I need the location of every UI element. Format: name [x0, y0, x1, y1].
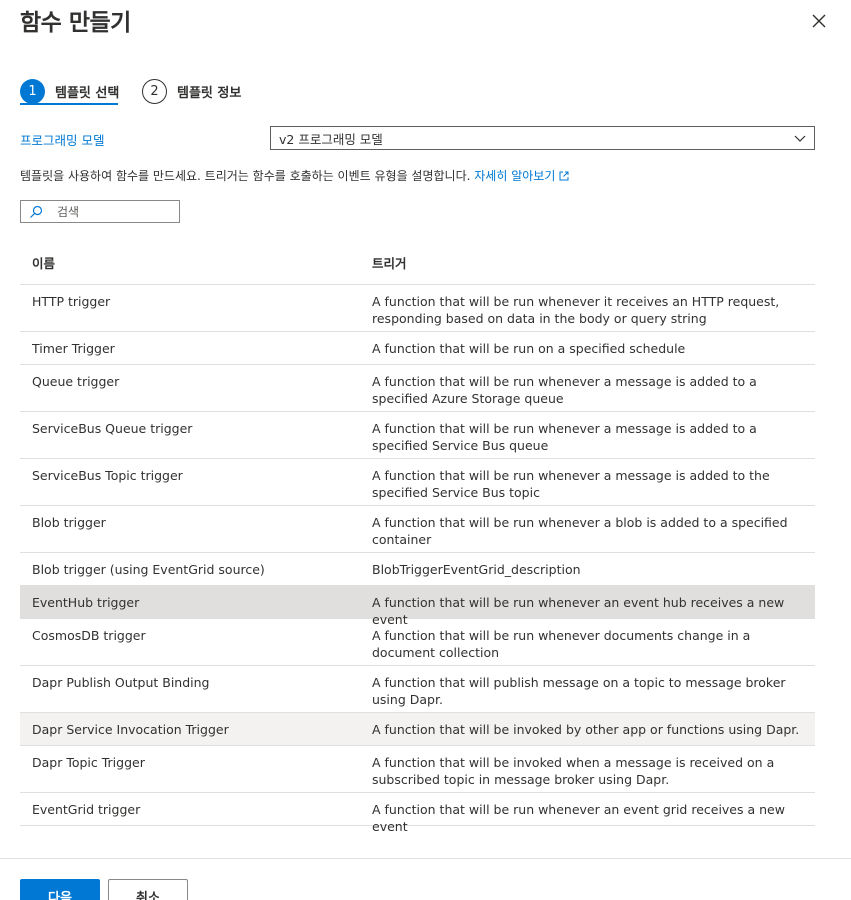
table-row[interactable]: HTTP trigger A function that will be run…: [20, 285, 815, 332]
row-description: A function that will be run whenever an …: [372, 802, 785, 834]
row-description: A function that will be invoked by other…: [372, 722, 800, 737]
row-name: CosmosDB trigger: [32, 628, 146, 643]
footer-divider: [0, 858, 851, 859]
search-input[interactable]: [57, 204, 167, 219]
close-icon[interactable]: [808, 10, 830, 32]
template-table: 이름 트리거 HTTP trigger A function that will…: [20, 240, 815, 834]
row-description: A function that will publish message on …: [372, 675, 786, 707]
next-button[interactable]: 다음: [20, 879, 100, 900]
row-name: Blob trigger: [32, 515, 106, 530]
row-name: Blob trigger (using EventGrid source): [32, 562, 265, 577]
programming-model-dropdown[interactable]: v2 프로그래밍 모델: [270, 126, 815, 150]
table-row[interactable]: Queue trigger A function that will be ru…: [20, 365, 815, 412]
row-description: A function that will be run whenever a b…: [372, 515, 788, 547]
table-row-selected[interactable]: EventHub trigger A function that will be…: [20, 586, 815, 627]
row-description: A function that will be run whenever an …: [372, 595, 785, 627]
cancel-button[interactable]: 취소: [108, 879, 188, 900]
search-box[interactable]: [20, 200, 180, 223]
step-select-template[interactable]: 1 템플릿 선택: [20, 76, 119, 106]
external-link-icon: [559, 171, 569, 181]
table-row[interactable]: Blob trigger (using EventGrid source) Bl…: [20, 553, 815, 586]
active-step-indicator: [20, 103, 118, 105]
row-description: A function that will be run on a specifi…: [372, 341, 686, 356]
row-description: A function that will be run whenever a m…: [372, 421, 757, 453]
column-header-name[interactable]: 이름: [20, 253, 372, 272]
search-icon: [30, 205, 43, 218]
step-label: 템플릿 선택: [55, 85, 120, 101]
row-description: A function that will be invoked when a m…: [372, 755, 775, 787]
table-row[interactable]: Dapr Publish Output Binding A function t…: [20, 666, 815, 713]
chevron-down-icon: [794, 135, 806, 142]
table-row[interactable]: CosmosDB trigger A function that will be…: [20, 619, 815, 666]
programming-model-label: 프로그래밍 모델: [20, 133, 105, 148]
table-row[interactable]: Timer Trigger A function that will be ru…: [20, 332, 815, 365]
template-description: 템플릿을 사용하여 함수를 만드세요. 트리거는 함수를 호출하는 이벤트 유형…: [20, 167, 569, 184]
dialog-title: 함수 만들기: [20, 10, 131, 36]
table-row-hovered[interactable]: Dapr Service Invocation Trigger A functi…: [20, 713, 815, 746]
row-name: Queue trigger: [32, 374, 120, 389]
table-header: 이름 트리거: [20, 240, 815, 285]
row-description: A function that will be run whenever it …: [372, 294, 780, 326]
table-row[interactable]: ServiceBus Topic trigger A function that…: [20, 459, 815, 506]
row-name: HTTP trigger: [32, 294, 111, 309]
table-row[interactable]: EventGrid trigger A function that will b…: [20, 793, 815, 834]
step-number: 2: [142, 78, 167, 104]
row-description: A function that will be run whenever a m…: [372, 468, 770, 500]
row-name: ServiceBus Topic trigger: [32, 468, 183, 483]
column-header-trigger[interactable]: 트리거: [372, 253, 815, 272]
programming-model-value: v2 프로그래밍 모델: [279, 131, 383, 147]
wizard-steps: 1 템플릿 선택 2 템플릿 정보: [20, 76, 280, 106]
step-number: 1: [20, 78, 45, 104]
row-description: A function that will be run whenever doc…: [372, 628, 751, 660]
step-label: 템플릿 정보: [177, 85, 242, 101]
description-text: 템플릿을 사용하여 함수를 만드세요. 트리거는 함수를 호출하는 이벤트 유형…: [20, 169, 475, 183]
row-description: BlobTriggerEventGrid_description: [372, 562, 581, 577]
step-template-details[interactable]: 2 템플릿 정보: [142, 76, 241, 106]
table-row[interactable]: Blob trigger A function that will be run…: [20, 506, 815, 553]
row-name: Timer Trigger: [32, 341, 115, 356]
row-name: EventHub trigger: [32, 595, 140, 610]
row-name: Dapr Topic Trigger: [32, 755, 145, 770]
row-name: ServiceBus Queue trigger: [32, 421, 193, 436]
learn-more-link[interactable]: 자세히 알아보기: [474, 169, 569, 183]
row-name: Dapr Service Invocation Trigger: [32, 722, 229, 737]
row-description: A function that will be run whenever a m…: [372, 374, 757, 406]
row-name: Dapr Publish Output Binding: [32, 675, 210, 690]
table-row[interactable]: Dapr Topic Trigger A function that will …: [20, 746, 815, 793]
table-row[interactable]: ServiceBus Queue trigger A function that…: [20, 412, 815, 459]
row-name: EventGrid trigger: [32, 802, 141, 817]
learn-more-label: 자세히 알아보기: [474, 169, 556, 183]
